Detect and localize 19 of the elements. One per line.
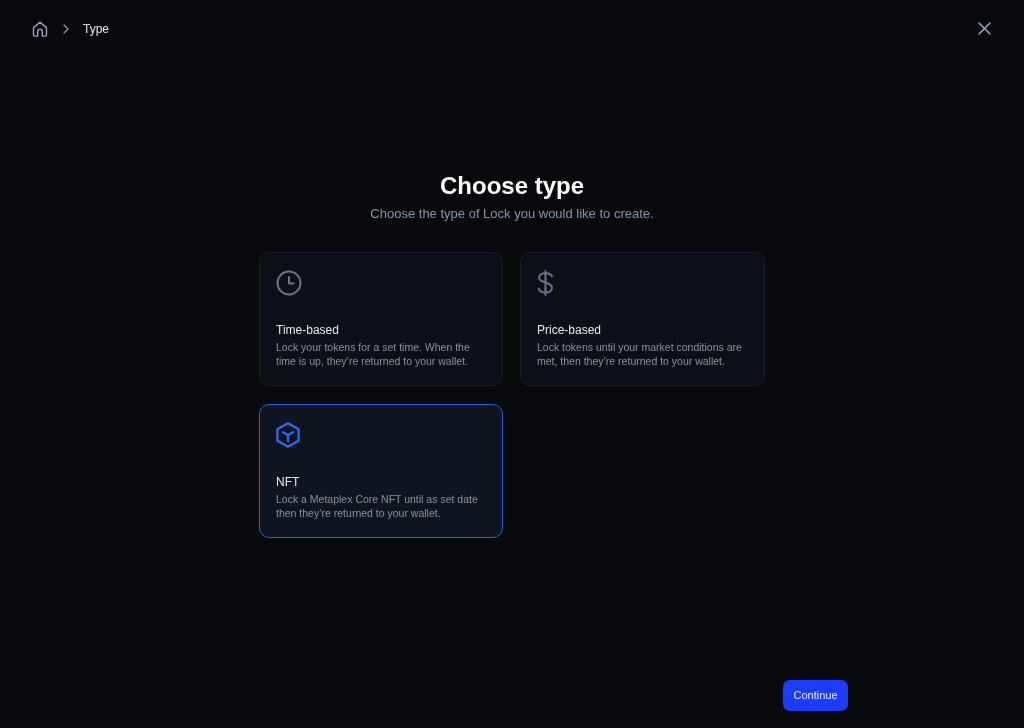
card-title: NFT bbox=[276, 474, 300, 490]
chevron-right-icon bbox=[62, 23, 70, 34]
page-title: Choose type bbox=[440, 171, 584, 201]
continue-button[interactable]: Continue bbox=[783, 680, 848, 711]
lock-type-card[interactable]: NFT Lock a Metaplex Core NFT until as set date then they’re returned to your wallet. bbox=[259, 404, 503, 538]
page-subtitle: Choose the type of Lock you would like to create. bbox=[370, 205, 654, 223]
close-icon[interactable] bbox=[978, 22, 991, 35]
clock-icon bbox=[276, 270, 302, 296]
home-icon[interactable] bbox=[32, 20, 48, 37]
card-description: Lock your tokens for a set time. When the time is up, they’re returned to your wallet. bbox=[276, 340, 471, 368]
breadcrumb-current: Type bbox=[83, 20, 109, 38]
card-description: Lock tokens until your market conditions are met, then they’re returned to your wallet. bbox=[537, 340, 743, 368]
lock-type-card[interactable]: Time-based Lock your tokens for a set time. When the time is up, they’re returned to your wallet. bbox=[259, 252, 503, 386]
lock-type-card[interactable]: Price-based Lock tokens until your market conditions are met, then they’re returned to your wallet. bbox=[520, 252, 765, 386]
hexagon-cube-icon bbox=[276, 422, 300, 448]
card-description: Lock a Metaplex Core NFT until as set date then they’re returned to your wallet. bbox=[276, 492, 479, 520]
card-title: Time-based bbox=[276, 322, 339, 338]
dollar-icon bbox=[537, 270, 554, 296]
card-title: Price-based bbox=[537, 322, 602, 338]
